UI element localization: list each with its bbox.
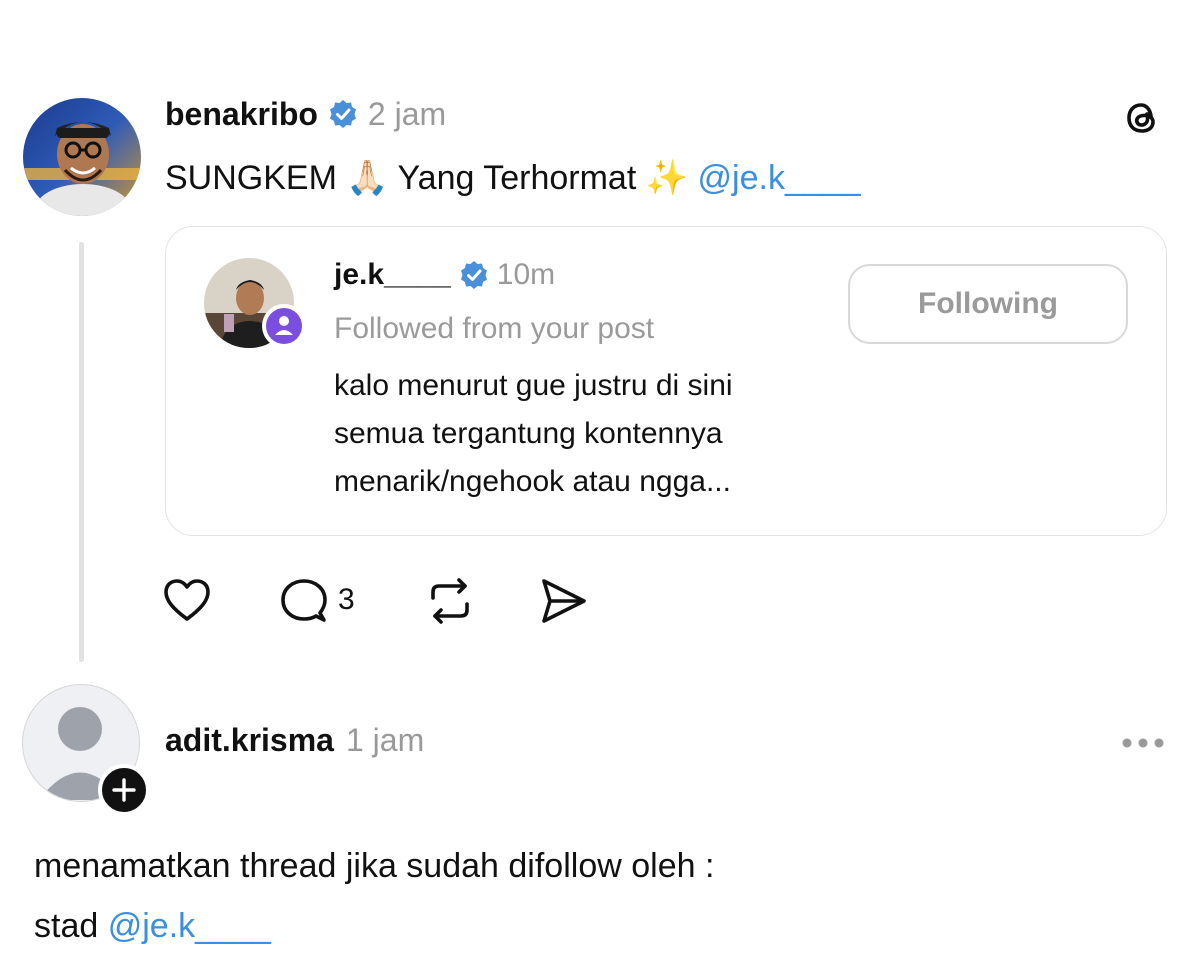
embedded-text-line: kalo menurut gue justru di sini — [334, 369, 733, 402]
plus-icon — [112, 778, 136, 802]
embedded-text: kalo menurut gue justru di sini semua te… — [334, 362, 733, 506]
reply-timestamp: 1 jam — [345, 721, 425, 758]
reply-author-username[interactable]: adit.krisma — [165, 722, 334, 759]
threads-logo-icon[interactable] — [1120, 96, 1164, 140]
more-options-icon[interactable] — [1120, 736, 1166, 750]
post-author-avatar[interactable] — [23, 98, 141, 216]
verified-badge-icon — [328, 99, 358, 129]
reply-header: adit.krisma 1 jam — [165, 720, 424, 760]
post-author-username[interactable]: benakribo — [165, 96, 318, 133]
post-text: SUNGKEM 🙏🏻 Yang Terhormat ✨ @je.k____ — [165, 156, 861, 200]
send-icon[interactable] — [538, 576, 590, 626]
reply-text-prefix: stad — [34, 907, 108, 945]
comment-icon[interactable] — [280, 577, 328, 625]
embedded-text-line: menarik/ngehook atau ngga... — [334, 465, 731, 498]
post-mention-link[interactable]: @je.k____ — [698, 159, 861, 197]
reply-text-line: stad @je.k____ — [34, 896, 714, 956]
post-header: benakribo 2 jam — [165, 94, 446, 134]
follow-plus-button[interactable] — [98, 764, 150, 816]
reply-text: menamatkan thread jika sudah difollow ol… — [34, 836, 714, 956]
follow-source-badge-icon — [262, 304, 306, 348]
repost-icon[interactable] — [425, 576, 475, 626]
following-button[interactable]: Following — [848, 264, 1128, 344]
verified-badge-icon — [459, 260, 489, 290]
post-timestamp: 2 jam — [367, 95, 447, 132]
embedded-timestamp: 10m — [496, 258, 556, 291]
reply-count: 3 — [338, 583, 355, 616]
embedded-header: je.k____ 10m — [334, 256, 555, 294]
embedded-text-line: semua tergantung kontennya — [334, 417, 723, 450]
heart-icon[interactable] — [162, 576, 212, 626]
post-text-body: SUNGKEM 🙏🏻 Yang Terhormat ✨ — [165, 159, 698, 197]
thread-connector-line — [79, 242, 84, 662]
embedded-subtitle: Followed from your post — [334, 312, 655, 345]
reply-mention-link[interactable]: @je.k____ — [108, 907, 271, 945]
reply-text-line: menamatkan thread jika sudah difollow ol… — [34, 847, 715, 885]
embedded-author-username[interactable]: je.k____ — [334, 258, 451, 292]
